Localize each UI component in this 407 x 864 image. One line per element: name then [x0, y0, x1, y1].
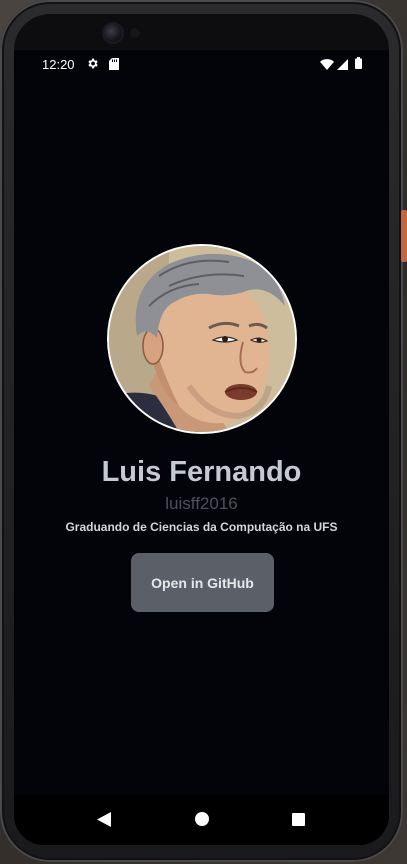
app-screen: 12:20 Luis Fernando luisff2016 Graduando… [14, 50, 389, 845]
status-bar: 12:20 [14, 50, 389, 78]
profile-name: Luis Fernando [101, 456, 302, 488]
top-bezel [14, 14, 389, 52]
power-button[interactable] [401, 210, 407, 262]
sd-card-icon [109, 58, 119, 73]
sensor-dot [130, 28, 140, 38]
gear-icon [86, 57, 99, 73]
front-camera-icon [104, 24, 122, 42]
profile-username: luisff2016 [165, 494, 238, 513]
status-time: 12:20 [42, 57, 75, 72]
avatar-illustration [109, 246, 295, 432]
back-icon[interactable] [97, 812, 111, 832]
open-github-button[interactable]: Open in GitHub [131, 553, 274, 612]
avatar [107, 244, 297, 434]
home-icon[interactable] [195, 812, 209, 831]
recents-icon[interactable] [292, 813, 305, 831]
wifi-icon [320, 58, 334, 73]
navigation-bar [14, 795, 389, 845]
signal-icon [337, 58, 348, 73]
phone-frame: 12:20 Luis Fernando luisff2016 Graduando… [0, 0, 407, 862]
battery-icon [355, 57, 362, 72]
profile-bio: Graduando de Ciencias da Computação na U… [65, 520, 338, 534]
